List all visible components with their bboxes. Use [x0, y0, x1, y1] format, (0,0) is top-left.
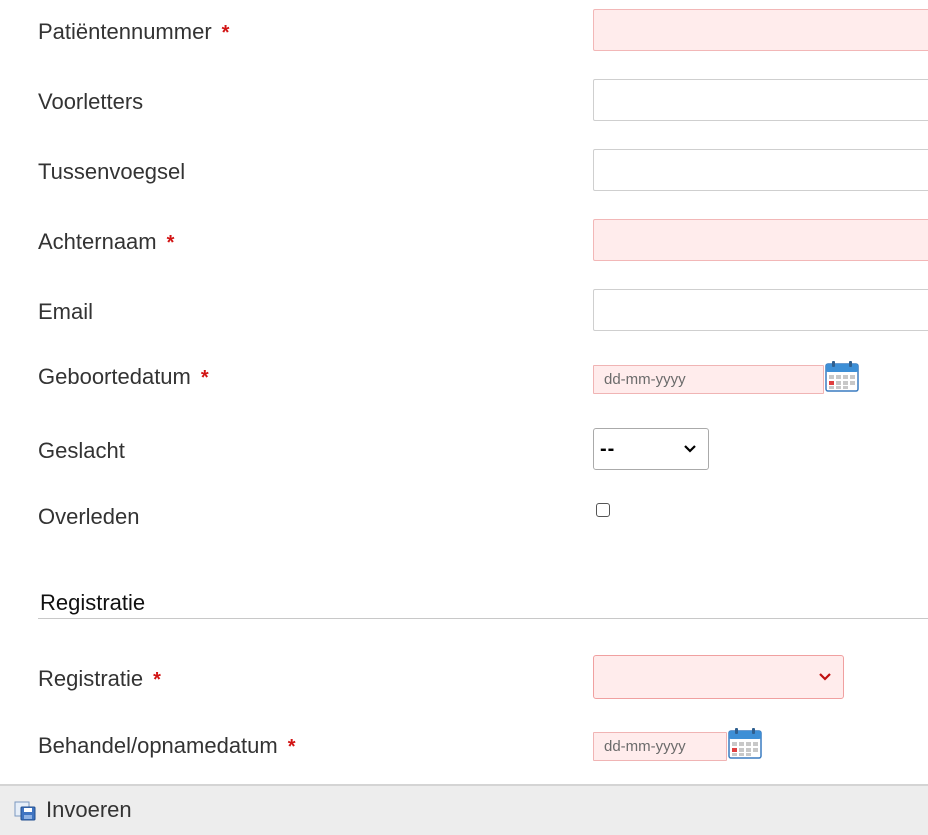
footer-bar: Invoeren: [0, 784, 928, 835]
required-marker: *: [287, 736, 296, 758]
chevron-down-icon: [819, 673, 831, 681]
required-marker: *: [153, 669, 161, 691]
treatment-date-label-text: Behandel/opnamedatum: [38, 733, 278, 758]
registration-label-text: Registratie: [38, 666, 144, 691]
registration-label: Registratie *: [38, 666, 161, 692]
required-marker: *: [166, 232, 175, 254]
registration-select[interactable]: [593, 655, 844, 699]
submit-label: Invoeren: [46, 797, 132, 822]
initials-label: Voorletters: [38, 89, 144, 114]
submit-button[interactable]: Invoeren: [14, 796, 132, 824]
initials-input[interactable]: [593, 79, 928, 121]
calendar-icon[interactable]: [727, 727, 763, 760]
patient-number-label-text: Patiëntennummer: [38, 19, 212, 44]
surname-label-text: Achternaam: [38, 229, 157, 254]
patient-number-input[interactable]: [593, 9, 928, 51]
patient-number-label: Patiëntennummer *: [38, 19, 229, 45]
chevron-down-icon: [684, 445, 696, 453]
required-marker: *: [221, 22, 230, 44]
required-marker: *: [200, 367, 209, 389]
deceased-label: Overleden: [38, 504, 140, 529]
surname-label: Achternaam *: [38, 229, 174, 255]
birth-date-label-text: Geboortedatum: [38, 364, 191, 389]
calendar-icon[interactable]: [824, 360, 860, 393]
treatment-date-input[interactable]: [593, 732, 727, 761]
infix-label: Tussenvoegsel: [38, 159, 186, 184]
gender-select[interactable]: --: [593, 428, 709, 470]
section-title-registration: Registratie: [40, 590, 146, 615]
surname-input[interactable]: [593, 219, 928, 261]
section-divider: [38, 618, 928, 619]
birth-date-label: Geboortedatum *: [38, 364, 209, 390]
treatment-date-label: Behandel/opnamedatum *: [38, 733, 296, 759]
email-label: Email: [38, 299, 94, 324]
deceased-checkbox[interactable]: [596, 503, 610, 517]
email-field[interactable]: [593, 289, 928, 331]
infix-input[interactable]: [593, 149, 928, 191]
gender-selected-value: --: [600, 437, 616, 460]
birth-date-input[interactable]: [593, 365, 824, 394]
save-icon: [14, 801, 36, 821]
gender-label: Geslacht: [38, 438, 125, 463]
